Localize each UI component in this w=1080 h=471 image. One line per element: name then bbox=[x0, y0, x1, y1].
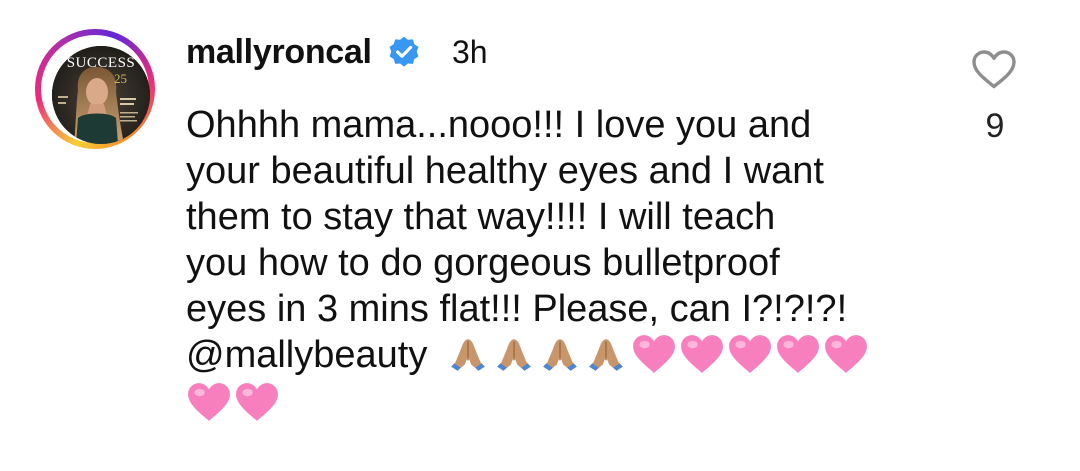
verified-badge-icon bbox=[389, 36, 419, 67]
comment-line: Ohhhh mama...nooo!!! I love you and bbox=[186, 104, 812, 146]
avatar-magazine-title: SUCCESS bbox=[66, 55, 136, 71]
comment-line-mention-row: @mallybeauty bbox=[186, 332, 946, 378]
avatar-story-ring[interactable]: SUCCESS 25 bbox=[35, 29, 155, 149]
emoji-row-primary bbox=[447, 333, 871, 375]
mention-link[interactable]: @mallybeauty bbox=[186, 334, 427, 376]
comment-line: them to stay that way!!!! I will teach bbox=[186, 196, 776, 238]
avatar[interactable]: SUCCESS 25 bbox=[52, 46, 150, 144]
avatar-magazine-issue: 25 bbox=[114, 71, 127, 86]
comment-line: you how to do gorgeous bulletproof bbox=[186, 242, 780, 284]
like-count: 9 bbox=[985, 107, 1005, 145]
pink-heart-emoji-icon bbox=[681, 335, 724, 373]
folded-hands-emoji-icon bbox=[543, 339, 578, 371]
folded-hands-emoji-icon bbox=[451, 339, 486, 371]
comment-line: your beautiful healthy eyes and I want bbox=[186, 150, 824, 192]
heart-outline-icon[interactable] bbox=[970, 48, 1018, 90]
pink-heart-emoji-icon bbox=[633, 335, 676, 373]
comment-username[interactable]: mallyroncal bbox=[186, 30, 372, 74]
pink-heart-emoji-icon bbox=[777, 335, 820, 373]
pink-heart-emoji-icon bbox=[188, 383, 230, 421]
comment-line: eyes in 3 mins flat!!! Please, can I?!?!… bbox=[186, 288, 848, 330]
folded-hands-emoji-icon bbox=[589, 339, 624, 371]
pink-heart-emoji-icon bbox=[729, 335, 772, 373]
folded-hands-emoji-icon bbox=[497, 339, 532, 371]
pink-heart-emoji-icon bbox=[825, 335, 868, 373]
comment-timestamp: 3h bbox=[452, 34, 488, 70]
pink-heart-emoji-icon bbox=[236, 383, 278, 421]
avatar-ring-gap: SUCCESS 25 bbox=[41, 35, 150, 144]
emoji-row-secondary bbox=[186, 381, 282, 423]
comment-text: Ohhhh mama...nooo!!! I love you and your… bbox=[186, 102, 946, 424]
comment-line-emoji-row bbox=[186, 378, 946, 424]
